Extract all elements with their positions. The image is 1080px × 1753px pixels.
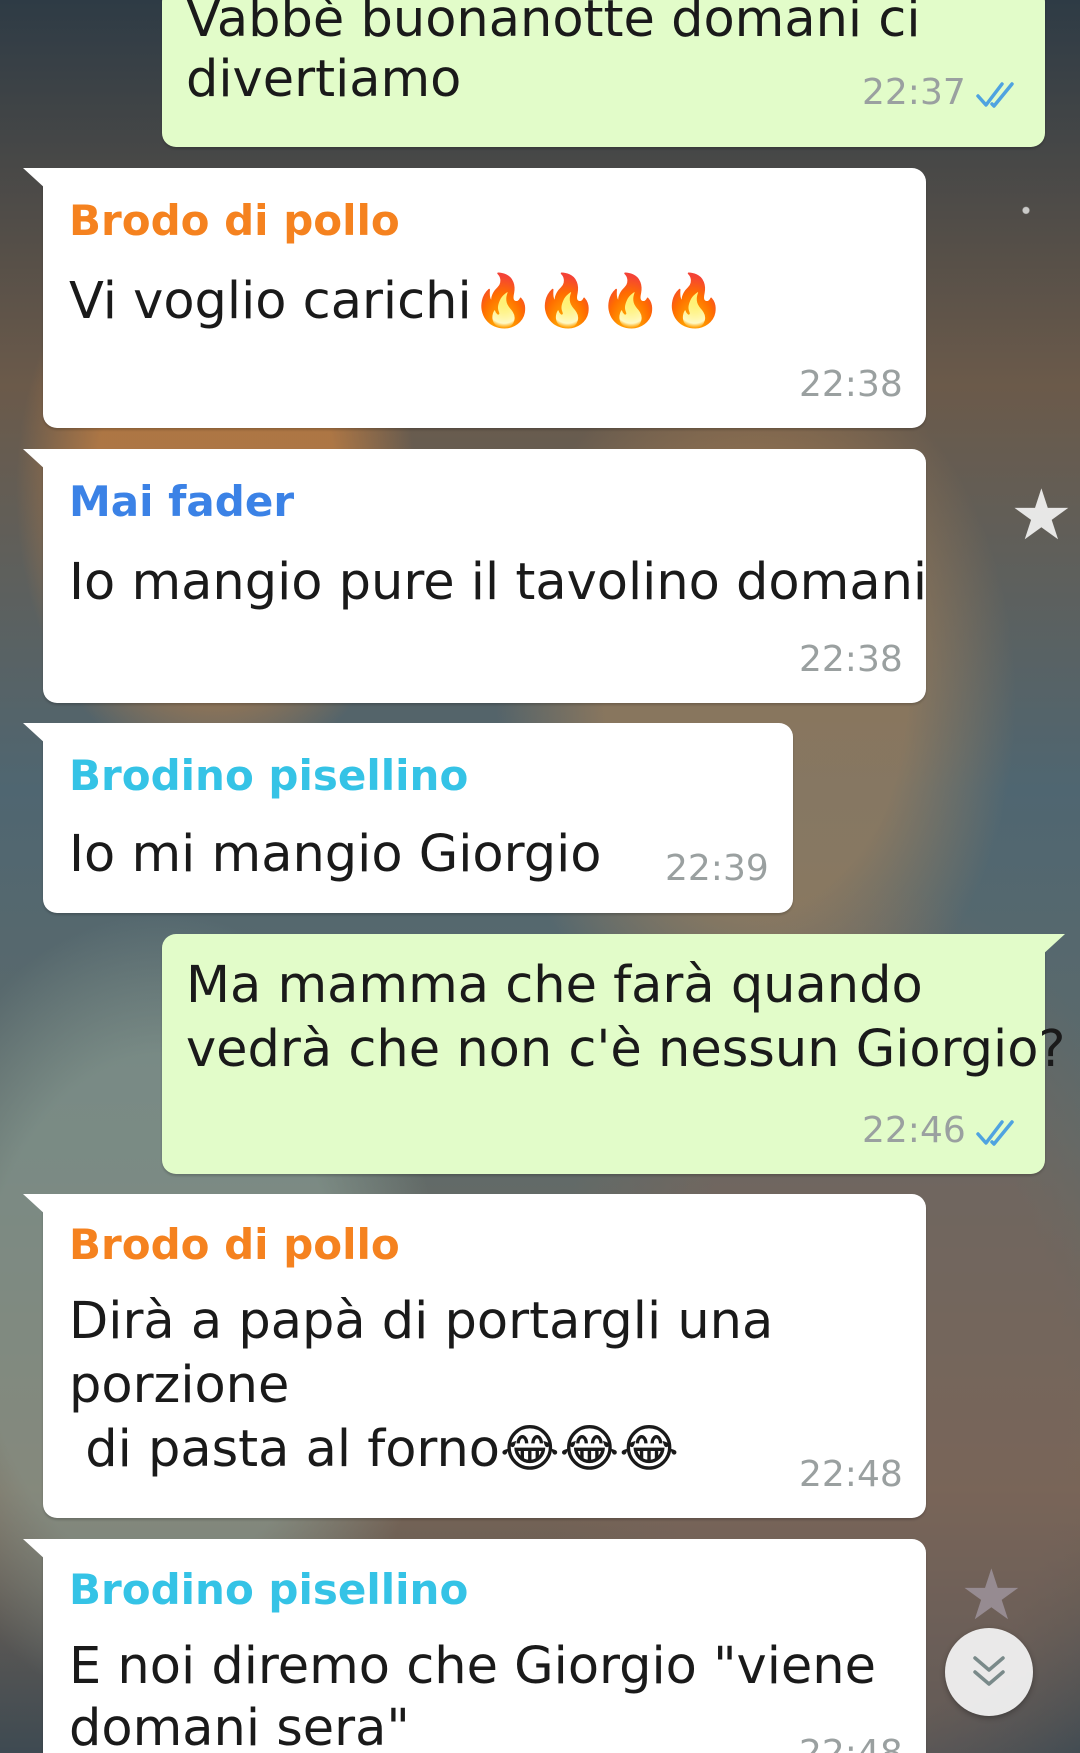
- message-time: 22:38: [799, 639, 903, 680]
- message-text: Vi voglio carichi🔥🔥🔥🔥: [69, 272, 726, 331]
- message-text: E noi diremo che Giorgio "viene: [69, 1637, 876, 1696]
- sender-name: Brodo di pollo: [69, 196, 400, 245]
- message-text: Io mi mangio Giorgio: [69, 825, 602, 884]
- message-text: Io mangio pure il tavolino domani: [69, 553, 928, 612]
- message-time: 22:48: [799, 1454, 903, 1495]
- sender-name: Mai fader: [69, 477, 295, 526]
- message-time: 22:48: [799, 1733, 903, 1753]
- message-bubble-incoming[interactable]: Brodino pisellino E noi diremo che Giorg…: [23, 1539, 926, 1753]
- message-text: di pasta al forno😂😂😂: [69, 1420, 679, 1479]
- star-decoration: ★: [960, 1554, 1023, 1636]
- message-time: 22:38: [799, 364, 903, 405]
- message-bubble-incoming[interactable]: Mai fader Io mangio pure il tavolino dom…: [23, 449, 928, 703]
- message-bubble-incoming[interactable]: Brodo di pollo Dirà a papà di portargli …: [23, 1194, 926, 1518]
- message-text: Dirà a papà di portargli una: [69, 1292, 774, 1351]
- sender-name: Brodo di pollo: [69, 1220, 400, 1269]
- message-bubble-outgoing[interactable]: Ma mamma che farà quando vedrà che non c…: [162, 934, 1066, 1174]
- sender-name: Brodino pisellino: [69, 1565, 469, 1614]
- double-check-read-icon: [976, 1120, 1014, 1146]
- sender-name: Brodino pisellino: [69, 751, 469, 800]
- message-bubble-incoming[interactable]: Brodino pisellino Io mi mangio Giorgio 2…: [23, 723, 793, 913]
- message-text: porzione: [69, 1356, 290, 1415]
- double-chevron-down-icon: [973, 1656, 1005, 1686]
- message-text: Ma mamma che farà quando: [186, 956, 923, 1015]
- scroll-to-bottom-button[interactable]: [945, 1628, 1033, 1716]
- chat-background: ★ ★ Vabbè buonanotte domani ci divertiam…: [0, 0, 1080, 1753]
- message-bubble-incoming[interactable]: Brodo di pollo Vi voglio carichi🔥🔥🔥🔥 22:…: [23, 168, 926, 428]
- message-bubble-outgoing[interactable]: Vabbè buonanotte domani ci divertiamo 22…: [162, 0, 1045, 147]
- message-text: Vabbè buonanotte domani ci: [186, 0, 921, 49]
- message-text: divertiamo: [186, 50, 462, 109]
- message-text: vedrà che non c'è nessun Giorgio?: [186, 1020, 1066, 1079]
- message-text: domani sera": [69, 1699, 410, 1753]
- star-decoration: ★: [1010, 474, 1073, 556]
- message-time: 22:46: [862, 1110, 966, 1151]
- message-time: 22:39: [665, 848, 769, 889]
- message-time: 22:37: [862, 72, 966, 113]
- double-check-read-icon: [976, 82, 1014, 108]
